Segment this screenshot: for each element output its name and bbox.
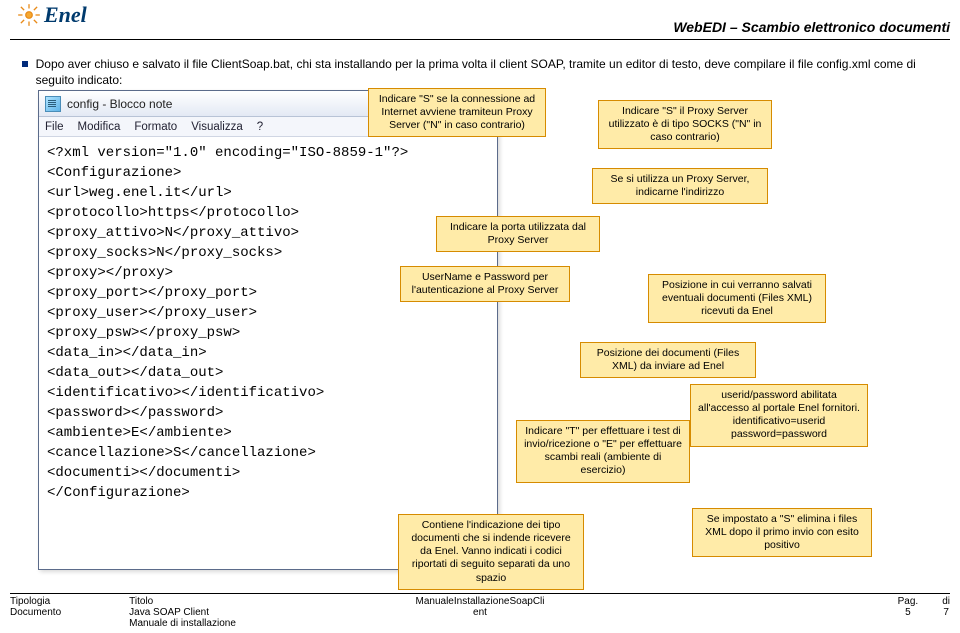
notepad-icon bbox=[45, 96, 61, 112]
footer-tipologia: Tipologia Documento bbox=[10, 596, 61, 629]
footer-filename: ManualeInstallazioneSoapCli ent bbox=[416, 596, 545, 618]
footer-pag-label: Pag. bbox=[898, 596, 919, 607]
footer-pagenum: Pag. 5 di 7 bbox=[898, 596, 950, 618]
footer-tipologia-value: Documento bbox=[10, 607, 61, 618]
footer-di-label: di bbox=[942, 596, 950, 607]
callout-proxy-attivo: Indicare "S" se la connessione ad Intern… bbox=[368, 88, 546, 137]
instruction-text: Dopo aver chiuso e salvato il file Clien… bbox=[36, 56, 944, 88]
brand-logo: Enel bbox=[16, 2, 87, 28]
menu-file[interactable]: File bbox=[45, 121, 64, 133]
callout-proxy-address: Se si utilizza un Proxy Server, indicarn… bbox=[592, 168, 768, 204]
footer-pag-value: 5 bbox=[898, 607, 919, 618]
callout-data-in: Posizione in cui verranno salvati eventu… bbox=[648, 274, 826, 323]
menu-help[interactable]: ? bbox=[257, 121, 263, 133]
callout-proxy-port: Indicare la porta utilizzata dal Proxy S… bbox=[436, 216, 600, 252]
callout-data-out: Posizione dei documenti (Files XML) da i… bbox=[580, 342, 756, 378]
footer-titolo-label: Titolo bbox=[129, 596, 236, 607]
footer-titolo-value2: Manuale di installazione bbox=[129, 618, 236, 629]
footer-tipologia-label: Tipologia bbox=[10, 596, 61, 607]
footer-titolo-value1: Java SOAP Client bbox=[129, 607, 236, 618]
notepad-title: config - Blocco note bbox=[67, 97, 172, 111]
callout-ambiente: Indicare "T" per effettuare i test di in… bbox=[516, 420, 690, 483]
callout-credentials: userid/password abilitata all'accesso al… bbox=[690, 384, 868, 447]
bullet-icon bbox=[22, 61, 28, 67]
notepad-window: config - Blocco note File Modifica Forma… bbox=[38, 90, 498, 570]
menu-format[interactable]: Formato bbox=[134, 121, 177, 133]
document-body: Dopo aver chiuso e salvato il file Clien… bbox=[0, 40, 960, 594]
callout-cancellazione: Se impostato a "S" elimina i files XML d… bbox=[692, 508, 872, 557]
instruction-bullet: Dopo aver chiuso e salvato il file Clien… bbox=[22, 50, 944, 88]
menu-edit[interactable]: Modifica bbox=[78, 121, 121, 133]
page-header: Enel WebEDI – Scambio elettronico docume… bbox=[10, 0, 950, 40]
callout-documenti: Contiene l'indicazione dei tipo document… bbox=[398, 514, 584, 590]
page-footer: Tipologia Documento Titolo Java SOAP Cli… bbox=[10, 593, 950, 629]
menu-view[interactable]: Visualizza bbox=[191, 121, 243, 133]
footer-titolo: Titolo Java SOAP Client Manuale di insta… bbox=[129, 596, 236, 629]
footer-filename-2: ent bbox=[416, 607, 545, 618]
sun-icon bbox=[16, 2, 42, 28]
footer-di-value: 7 bbox=[942, 607, 950, 618]
page-title: WebEDI – Scambio elettronico documenti bbox=[673, 19, 950, 35]
footer-filename-1: ManualeInstallazioneSoapCli bbox=[416, 596, 545, 607]
notepad-content: <?xml version="1.0" encoding="ISO-8859-1… bbox=[39, 137, 497, 509]
brand-name: Enel bbox=[44, 2, 87, 28]
callout-proxy-socks: Indicare "S" il Proxy Server utilizzato … bbox=[598, 100, 772, 149]
callout-proxy-credentials: UserName e Password per l'autenticazione… bbox=[400, 266, 570, 302]
